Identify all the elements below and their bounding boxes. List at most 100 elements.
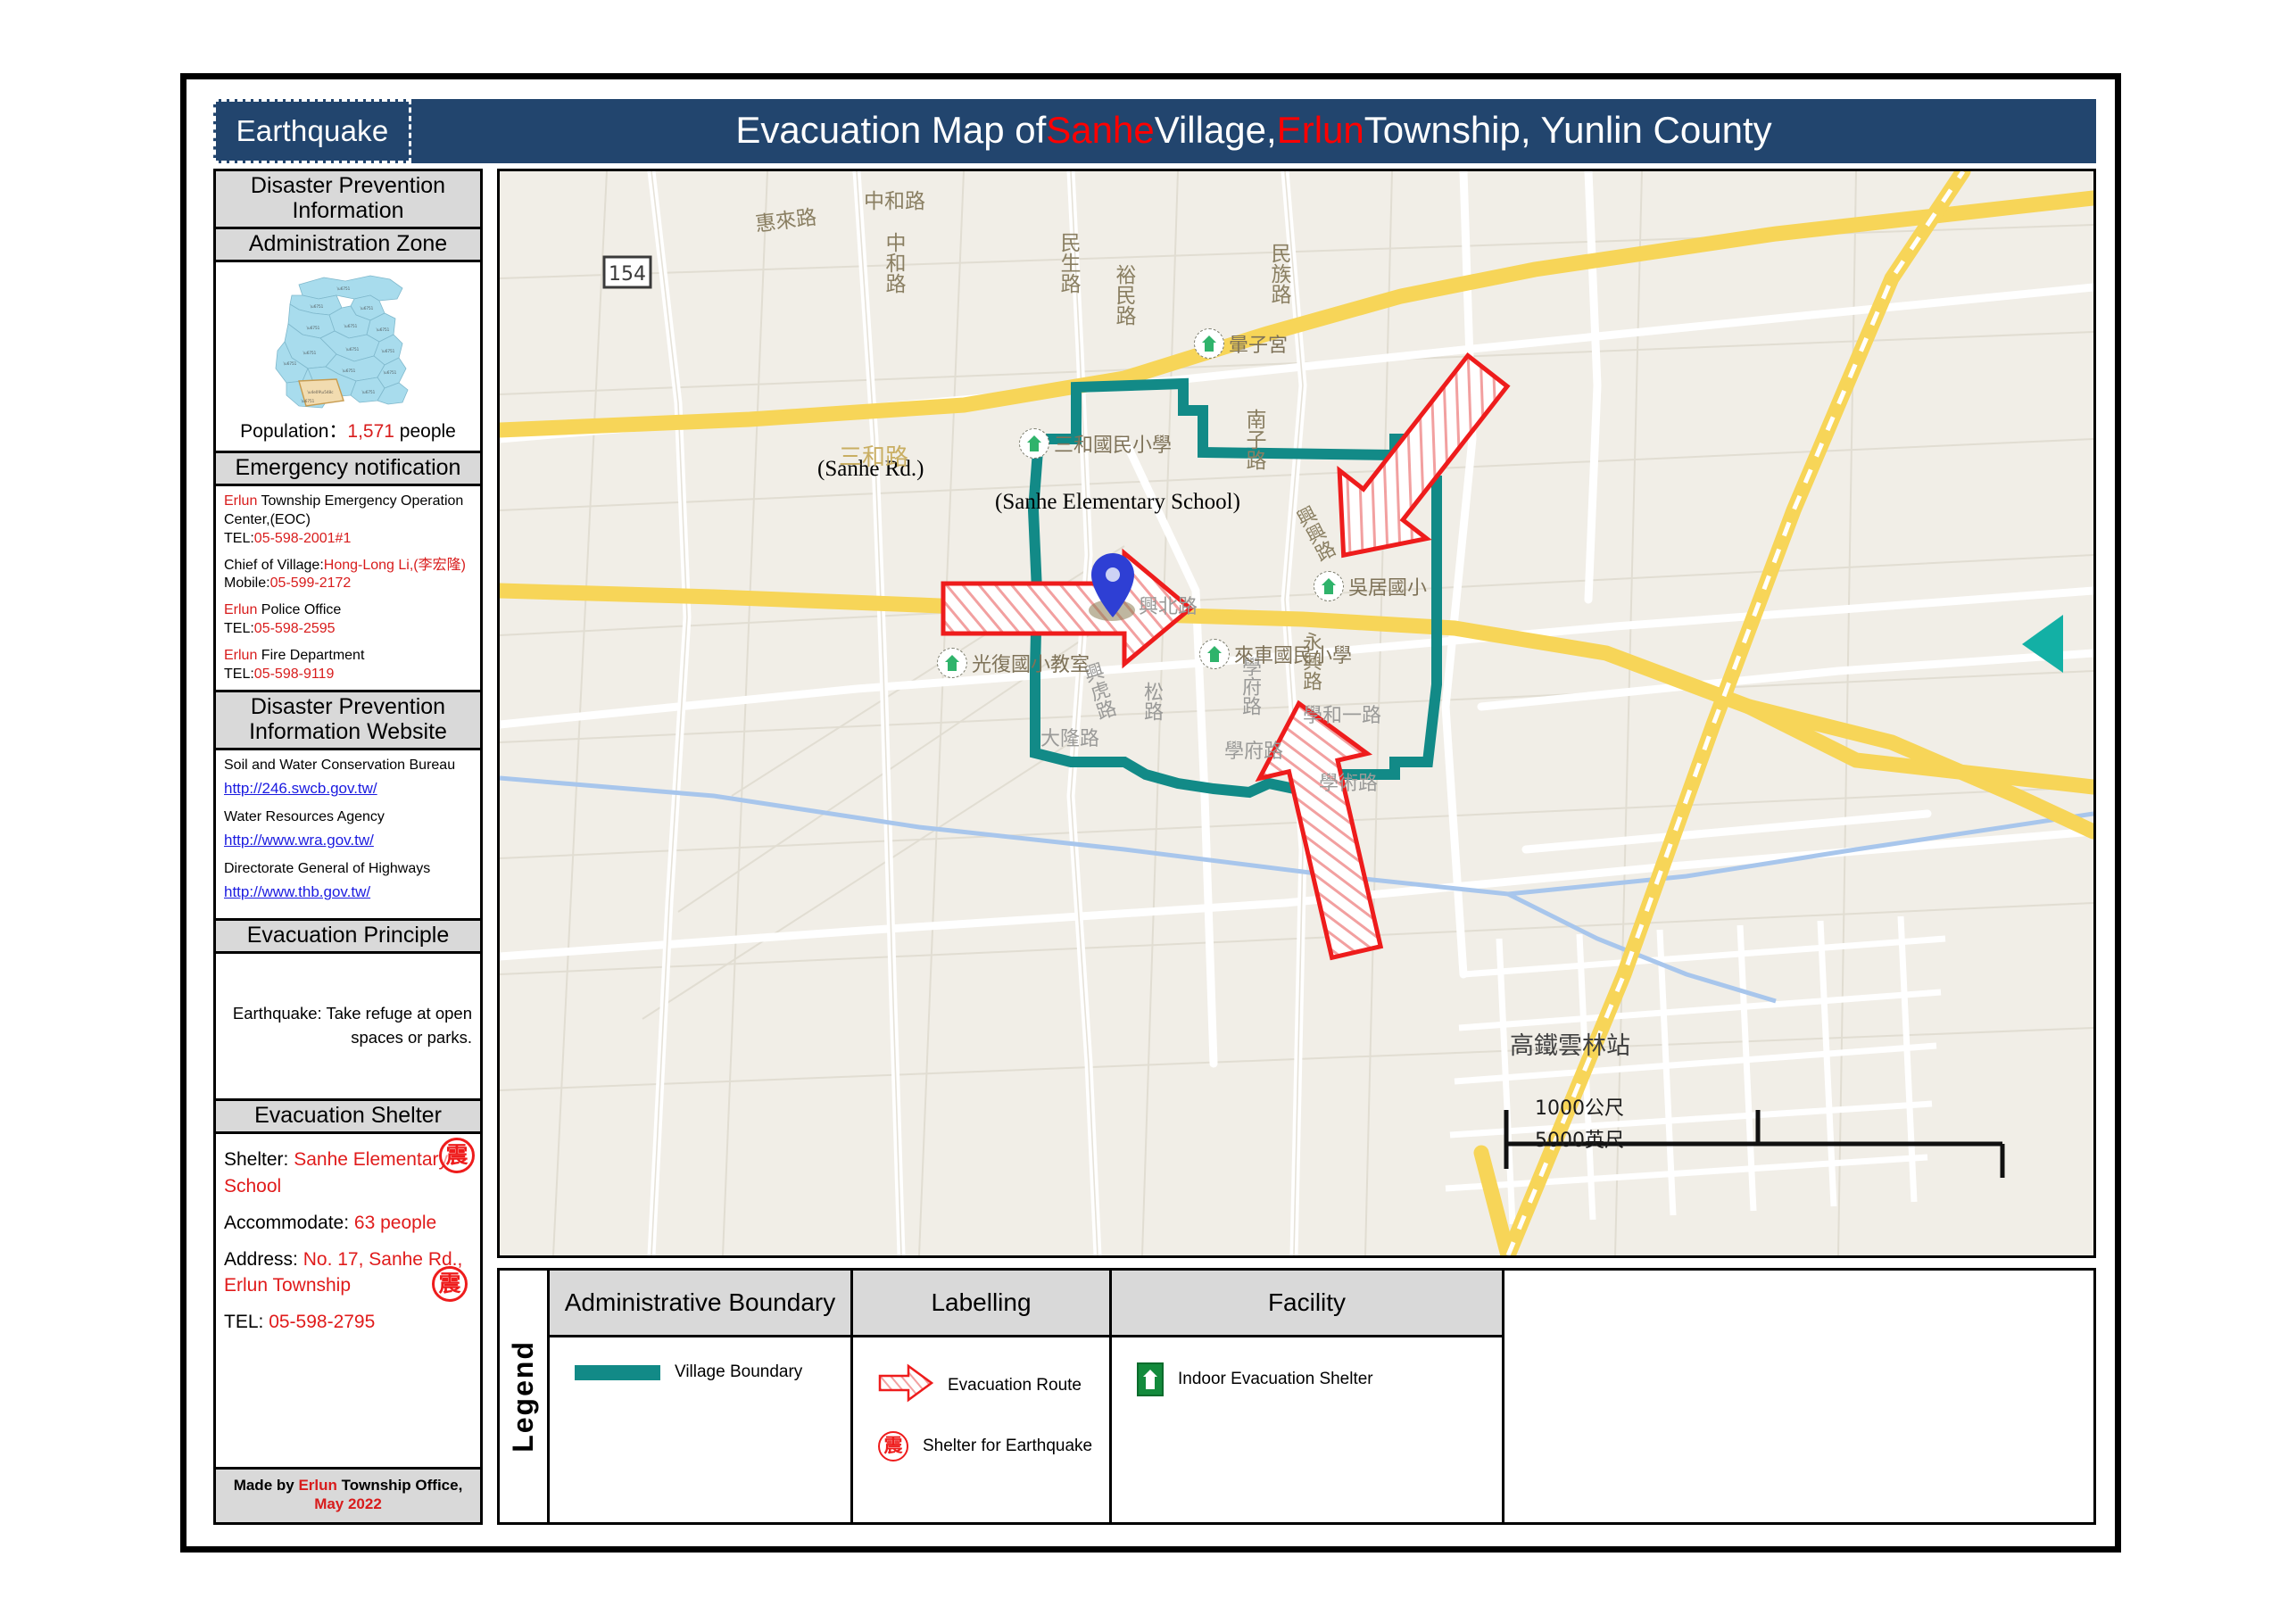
contact-fire-tel-label: TEL:: [224, 666, 254, 682]
road-label-yumin: 裕民路: [1112, 264, 1135, 326]
legend-item-village-boundary-label: Village Boundary: [675, 1362, 803, 1381]
sidebar: Disaster Prevention Information Administ…: [213, 169, 483, 1525]
svg-text:\u6751: \u6751: [377, 327, 390, 332]
made-by-footer: Made by Erlun Township Office, May 2022: [216, 1466, 480, 1522]
emergency-notification-heading: Emergency notification: [216, 453, 480, 487]
road-label-xueshu: 學術路: [1319, 773, 1379, 795]
made-by-office-hl: Erlun: [298, 1476, 337, 1494]
contact-police-org: Police Office: [257, 602, 342, 618]
svg-text:\u6751: \u6751: [346, 347, 360, 352]
legend-item-evacuation-route: Evacuation Route: [878, 1362, 1109, 1408]
administration-zone-body: \u6751 \u6751 \u6751 \u6751 \u6751 \u6751 \u…: [216, 262, 480, 454]
shelter-accommodate-row: Accommodate: 63 people: [224, 1210, 472, 1237]
legend-tab: Legend: [500, 1271, 550, 1522]
road-label-minsheng: 民生路: [1057, 232, 1080, 294]
sanhe-elementary-school-label: (Sanhe Elementary School): [995, 490, 1240, 514]
poster-frame: Earthquake Evacuation Map of Sanhe Villa…: [180, 73, 2121, 1553]
contact-fire: Erlun Fire Department TEL:05-598-9119: [224, 647, 472, 684]
legend-tab-label: Legend: [507, 1340, 539, 1453]
emergency-notification-body: Erlun Township Emergency Operation Cente…: [216, 486, 480, 693]
svg-text:\u6751: \u6751: [303, 351, 317, 355]
shelter-tel-label: TEL:: [224, 1312, 269, 1333]
road-label-sanhe-cjk: 三和路: [839, 444, 909, 471]
road-label-zhonghe-n: 中和路: [864, 190, 925, 213]
legend: Legend Administrative Boundary Village B…: [497, 1268, 2096, 1525]
administration-zone-heading: Administration Zone: [216, 229, 480, 262]
population-label: Population：: [240, 421, 348, 442]
shelter-tel-row: TEL: 05-598-2795: [224, 1309, 472, 1336]
contact-village-chief: Chief of Village:Hong-Long Li,(李宏隆) Mobi…: [224, 557, 472, 594]
legend-col-admin-body: Village Boundary: [550, 1337, 850, 1522]
svg-text:\u6751: \u6751: [302, 399, 315, 403]
contact-police: Erlun Police Office TEL:05-598-2595: [224, 601, 472, 639]
website-heading-line2: Information Website: [249, 719, 447, 745]
shelter-address-label: Address:: [224, 1248, 303, 1270]
shelter-accommodate-value: 63 people: [353, 1212, 437, 1233]
township-outline-map: \u6751 \u6751 \u6751 \u6751 \u6751 \u6751 \u…: [275, 275, 409, 409]
legend-col-empty-body: [1504, 1337, 2093, 1522]
svg-text:\u6751: \u6751: [382, 349, 395, 353]
title-mid: Village,: [1154, 108, 1277, 151]
contact-chief-label: Chief of Village:: [224, 557, 324, 573]
website-name-swcb: Soil and Water Conservation Bureau: [224, 758, 456, 774]
hazard-type-tag: Earthquake: [213, 99, 411, 163]
made-by-date: May 2022: [314, 1495, 382, 1513]
map-graphics: 154: [500, 171, 2093, 1255]
legend-item-indoor-shelter: Indoor Evacuation Shelter: [1137, 1362, 1502, 1396]
poi-yaozigong[interactable]: 暈子宮: [1194, 328, 1288, 359]
website-heading: Disaster Prevention Information Website: [216, 692, 480, 751]
poi-yaozigong-label: 暈子宮: [1229, 335, 1289, 357]
administration-zone-map: \u6751 \u6751 \u6751 \u6751 \u6751 \u6751 \u…: [216, 262, 480, 414]
website-link-wra[interactable]: http://www.wra.gov.tw/: [224, 831, 472, 850]
legend-item-earthquake-shelter: 震 Shelter for Earthquake: [878, 1431, 1109, 1462]
road-label-zhonghe: 中和路: [882, 232, 905, 294]
hsr-station-label: 高鐵雲林站: [1510, 1032, 1630, 1060]
poi-sanhe-elementary-label: 三和國民小學: [1054, 435, 1173, 457]
contact-chief-mobile: 05-599-2172: [269, 576, 352, 592]
evacuation-principle-body: Earthquake: Take refuge at open spaces o…: [216, 954, 480, 1102]
svg-text:\u6751: \u6751: [361, 306, 374, 311]
evacuation-shelter-body: 震 震 Shelter: Sanhe Elementary School Acc…: [216, 1134, 480, 1375]
legend-item-earthquake-shelter-label: Shelter for Earthquake: [923, 1437, 1093, 1455]
title-village: Sanhe: [1046, 108, 1155, 151]
svg-text:\u6751: \u6751: [343, 368, 356, 373]
contact-police-org-hl: Erlun: [224, 602, 258, 618]
shelter-name-row: Shelter: Sanhe Elementary School: [224, 1147, 472, 1200]
shelter-map-pin[interactable]: [1089, 553, 1135, 621]
map-canvas[interactable]: 154 (Sanhe Rd.) (Sanhe Elementary School…: [497, 169, 2096, 1258]
legend-col-admin-boundary: Administrative Boundary Village Boundary: [550, 1271, 853, 1522]
disaster-info-heading-line1: Disaster Prevention: [250, 173, 446, 198]
legend-col-facility-header: Facility: [1112, 1271, 1502, 1337]
poi-laiche-elementary-label: 來車國民小學: [1234, 645, 1353, 667]
title-prefix: Evacuation Map of: [735, 108, 1047, 151]
svg-text:\u6751: \u6751: [307, 326, 320, 330]
legend-item-evacuation-route-label: Evacuation Route: [948, 1375, 1082, 1395]
contact-police-tel-label: TEL:: [224, 621, 254, 637]
temple-icon: [1194, 328, 1224, 359]
contact-eoc-tel-label: TEL:: [224, 530, 254, 546]
poi-laiche-elementary[interactable]: 來車國民小學: [1199, 639, 1352, 669]
svg-text:154: 154: [609, 263, 646, 286]
earthquake-shelter-stamp-icon: 震: [439, 1138, 475, 1174]
legend-col-empty: [1504, 1271, 2093, 1522]
hazard-type-label: Earthquake: [236, 114, 389, 147]
made-by-mid: Township Office,: [336, 1476, 463, 1494]
legend-col-facility-body: Indoor Evacuation Shelter: [1112, 1337, 1502, 1522]
poi-sanhe-elementary[interactable]: 三和國民小學: [1019, 428, 1172, 459]
made-by-prefix: Made by: [233, 1476, 299, 1494]
shelter-accommodate-label: Accommodate:: [224, 1212, 354, 1233]
evacuation-route-arrow-icon: [878, 1362, 934, 1408]
title-township: Erlun: [1276, 108, 1364, 151]
contact-eoc-tel: 05-598-2001#1: [253, 530, 352, 546]
poi-wuju-elementary[interactable]: 吳居國小: [1314, 571, 1427, 601]
legend-item-indoor-shelter-label: Indoor Evacuation Shelter: [1178, 1370, 1373, 1388]
village-boundary-swatch-icon: [575, 1364, 660, 1380]
indoor-evacuation-shelter-icon: [1137, 1362, 1164, 1396]
svg-text:\u6751: \u6751: [284, 361, 297, 366]
svg-text:\u4e09\u548c: \u4e09\u548c: [308, 390, 335, 394]
website-link-thb[interactable]: http://www.thb.gov.tw/: [224, 882, 472, 902]
website-link-swcb[interactable]: http://246.swcb.gov.tw/: [224, 779, 472, 799]
road-label-minzu: 民族路: [1267, 243, 1290, 304]
poi-guangfu-classroom[interactable]: 光復國小教室: [937, 648, 1090, 678]
evacuation-shelter-heading: Evacuation Shelter: [216, 1101, 480, 1135]
